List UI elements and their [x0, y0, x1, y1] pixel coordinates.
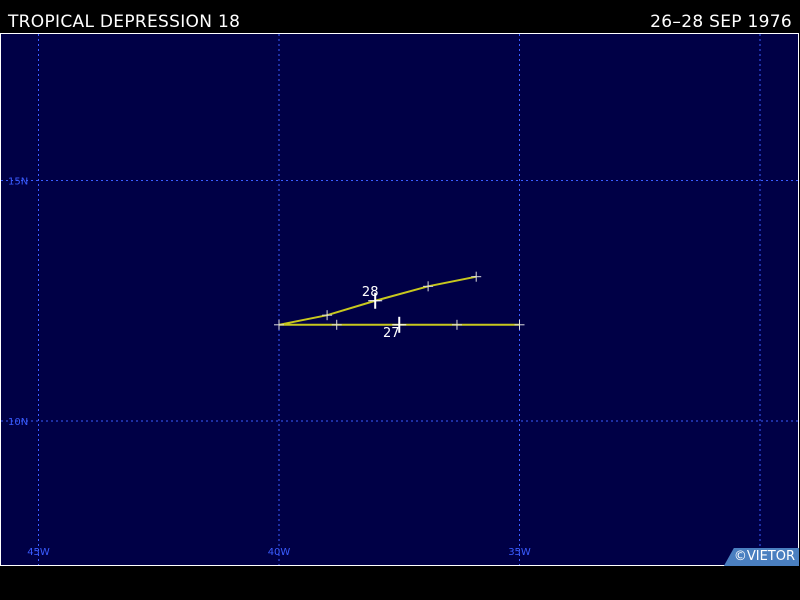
lat-label: 10N [8, 417, 28, 428]
lon-label: 45W [27, 547, 50, 558]
lat-label: 15N [8, 177, 28, 188]
day-label: 28 [362, 285, 379, 300]
map-canvas: 45W40W35W30W15N10N2728 [1, 34, 798, 565]
day-label: 27 [383, 326, 400, 341]
storm-title: TROPICAL DEPRESSION 18 [8, 12, 241, 32]
track-map: 45W40W35W30W15N10N2728 [0, 33, 799, 566]
date-range: 26–28 SEP 1976 [650, 12, 792, 32]
copyright-credit: ©VIETOR [723, 548, 799, 566]
lon-label: 40W [268, 547, 291, 558]
lon-label: 35W [508, 547, 531, 558]
